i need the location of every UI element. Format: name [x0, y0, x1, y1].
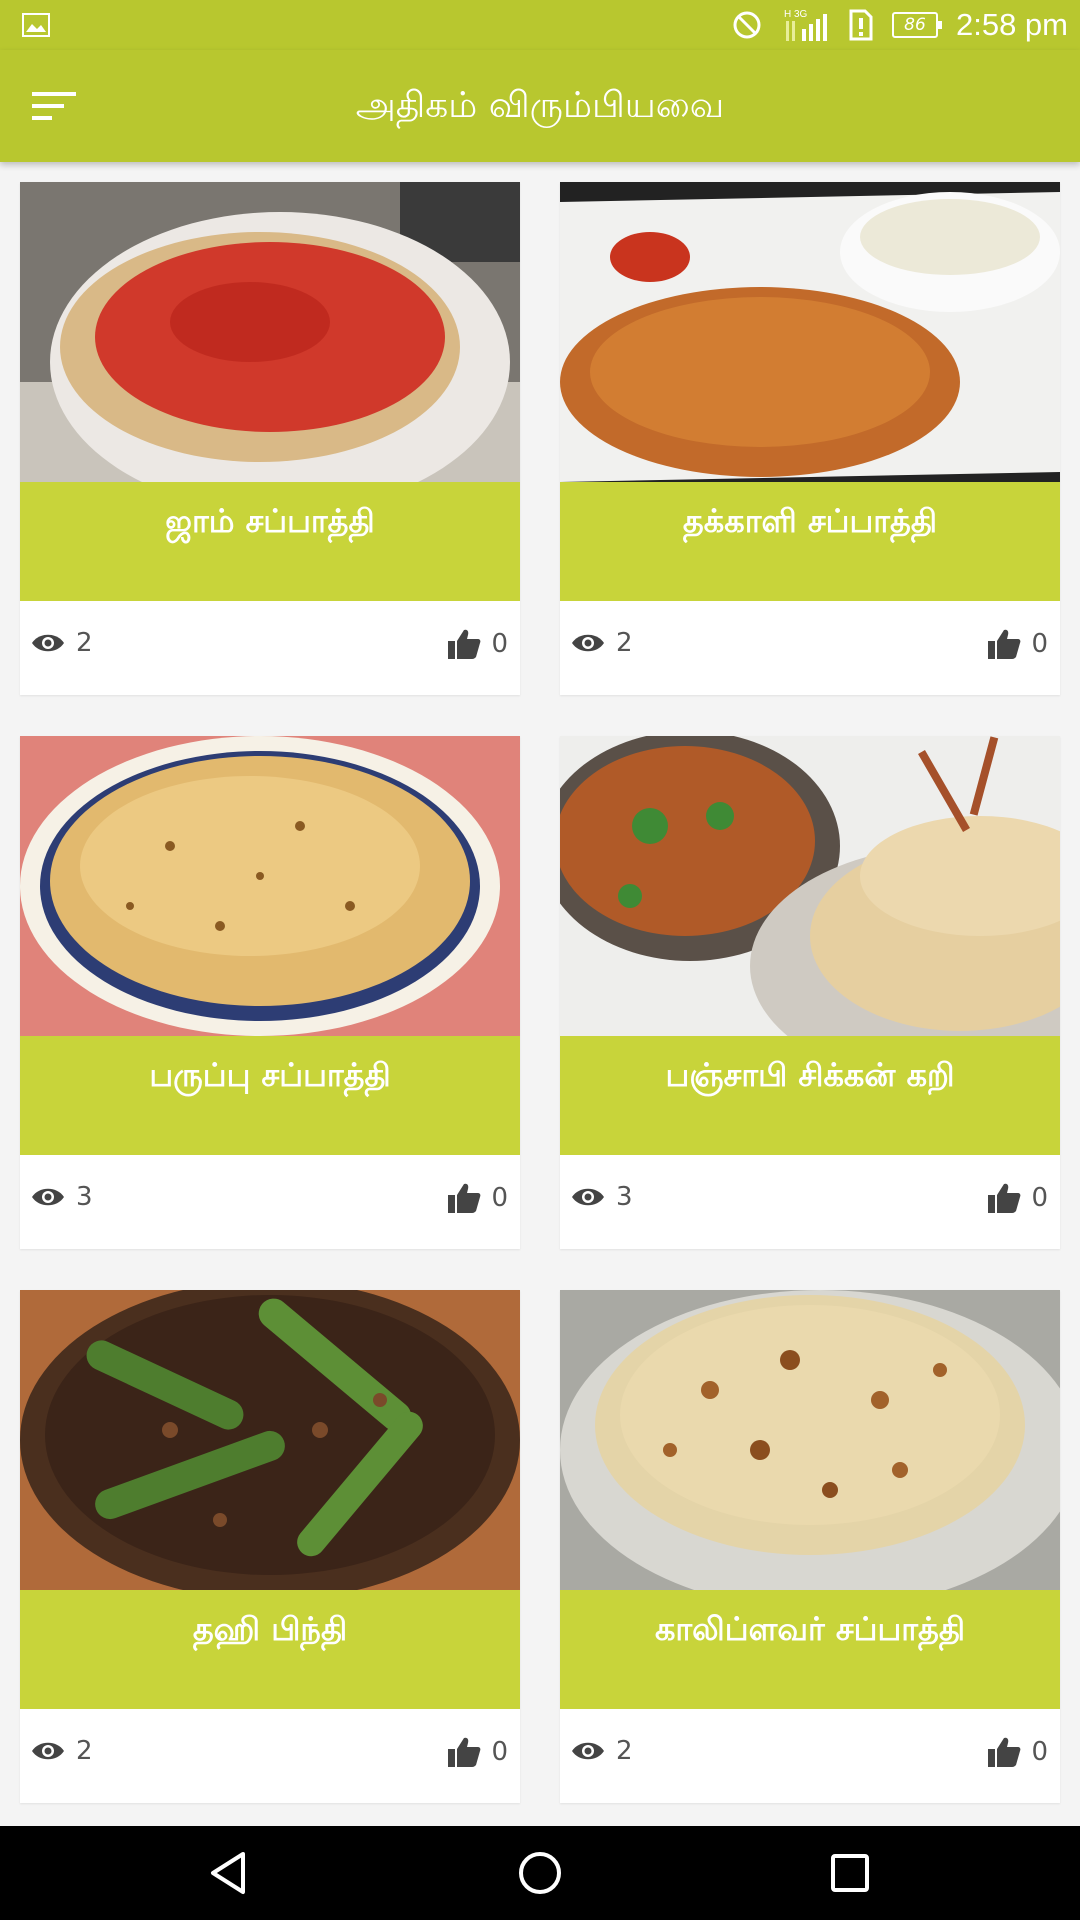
likes-count: 0	[491, 629, 508, 659]
likes-stat[interactable]: 0	[447, 1736, 508, 1768]
battery-level: 86	[904, 15, 926, 35]
thumbs-up-icon[interactable]	[447, 628, 481, 660]
likes-count: 0	[1031, 629, 1048, 659]
recipe-title: பஞ்சாபி சிக்கன் கறி	[665, 1056, 955, 1094]
recipe-card[interactable]: பருப்பு சப்பாத்தி 3 0	[20, 736, 520, 1249]
page-title: அதிகம் விரும்பியவை	[355, 85, 725, 126]
recipe-title-band: ஜாம் சப்பாத்தி	[20, 482, 520, 601]
status-icons: H 3G 86 2:58 pm	[732, 0, 1068, 50]
recipe-title: தஹி பிந்தி	[192, 1610, 348, 1648]
back-triangle-icon[interactable]	[205, 1848, 255, 1898]
recipe-title: ஜாம் சப்பாத்தி	[165, 502, 375, 540]
likes-stat[interactable]: 0	[987, 1182, 1048, 1214]
likes-count: 0	[491, 1183, 508, 1213]
app-bar: அதிகம் விரும்பியவை	[0, 50, 1080, 162]
likes-count: 0	[491, 1737, 508, 1767]
recipe-card[interactable]: காலிப்ளவர் சப்பாத்தி 2 0	[560, 1290, 1060, 1803]
recipe-title-band: தக்காளி சப்பாத்தி	[560, 482, 1060, 601]
views-stat: 2	[30, 628, 93, 658]
recipe-title-band: பஞ்சாபி சிக்கன் கறி	[560, 1036, 1060, 1155]
likes-count: 0	[1031, 1183, 1048, 1213]
eye-icon	[572, 1188, 604, 1206]
views-stat: 3	[30, 1182, 93, 1212]
recipe-stats: 3 0	[560, 1155, 1060, 1249]
views-count: 3	[76, 1182, 93, 1212]
sim-alert-icon	[849, 9, 873, 41]
likes-count: 0	[1031, 1737, 1048, 1767]
clock: 2:58 pm	[955, 7, 1068, 42]
eye-icon	[32, 1188, 64, 1206]
recipe-image-dahi-bhindi	[20, 1290, 520, 1590]
recipe-card[interactable]: பஞ்சாபி சிக்கன் கறி 3 0	[560, 736, 1060, 1249]
recipe-image-dal-chapati	[20, 736, 520, 1036]
likes-stat[interactable]: 0	[987, 1736, 1048, 1768]
thumbs-up-icon[interactable]	[987, 1182, 1021, 1214]
recents-square-icon[interactable]	[825, 1848, 875, 1898]
views-count: 2	[616, 628, 633, 658]
recipe-card[interactable]: தஹி பிந்தி 2 0	[20, 1290, 520, 1803]
recipe-title-band: காலிப்ளவர் சப்பாத்தி	[560, 1590, 1060, 1709]
views-stat: 3	[570, 1182, 633, 1212]
recipe-card[interactable]: ஜாம் சப்பாத்தி 2 0	[20, 182, 520, 695]
views-count: 3	[616, 1182, 633, 1212]
views-count: 2	[76, 628, 93, 658]
recipe-title-band: பருப்பு சப்பாத்தி	[20, 1036, 520, 1155]
recipe-title: பருப்பு சப்பாத்தி	[149, 1056, 391, 1094]
battery-indicator: 86	[891, 12, 942, 38]
thumbs-up-icon[interactable]	[987, 1736, 1021, 1768]
likes-stat[interactable]: 0	[987, 628, 1048, 660]
recipe-card[interactable]: தக்காளி சப்பாத்தி 2 0	[560, 182, 1060, 695]
views-count: 2	[76, 1736, 93, 1766]
recipe-stats: 2 0	[560, 601, 1060, 695]
recipe-image-jam-chapati	[20, 182, 520, 482]
views-stat: 2	[570, 628, 633, 658]
eye-icon	[572, 634, 604, 652]
recipe-image-cauliflower-chapati	[560, 1290, 1060, 1590]
likes-stat[interactable]: 0	[447, 1182, 508, 1214]
recipe-image-punjabi-chicken-curry	[560, 736, 1060, 1036]
recipe-stats: 2 0	[20, 1709, 520, 1803]
thumbs-up-icon[interactable]	[447, 1182, 481, 1214]
recipe-title: காலிப்ளவர் சப்பாத்தி	[654, 1610, 966, 1648]
recipe-stats: 2 0	[20, 601, 520, 695]
home-circle-icon[interactable]	[515, 1848, 565, 1898]
system-nav-bar	[0, 1826, 1080, 1920]
thumbs-up-icon[interactable]	[447, 1736, 481, 1768]
eye-icon	[32, 634, 64, 652]
likes-stat[interactable]: 0	[447, 628, 508, 660]
recipe-image-tomato-chapati	[560, 182, 1060, 482]
views-count: 2	[616, 1736, 633, 1766]
recipe-stats: 2 0	[560, 1709, 1060, 1803]
gallery-notification-icon	[22, 13, 50, 37]
recipe-stats: 3 0	[20, 1155, 520, 1249]
recipe-title: தக்காளி சப்பாத்தி	[682, 502, 938, 540]
network-type-label: H 3G	[784, 9, 808, 20]
signal-icon: H 3G	[784, 9, 827, 41]
do-not-disturb-icon	[733, 11, 761, 39]
views-stat: 2	[570, 1736, 633, 1766]
thumbs-up-icon[interactable]	[987, 628, 1021, 660]
views-stat: 2	[30, 1736, 93, 1766]
recipe-title-band: தஹி பிந்தி	[20, 1590, 520, 1709]
eye-icon	[572, 1742, 604, 1760]
status-bar: H 3G 86 2:58 pm	[0, 0, 1080, 50]
eye-icon	[32, 1742, 64, 1760]
